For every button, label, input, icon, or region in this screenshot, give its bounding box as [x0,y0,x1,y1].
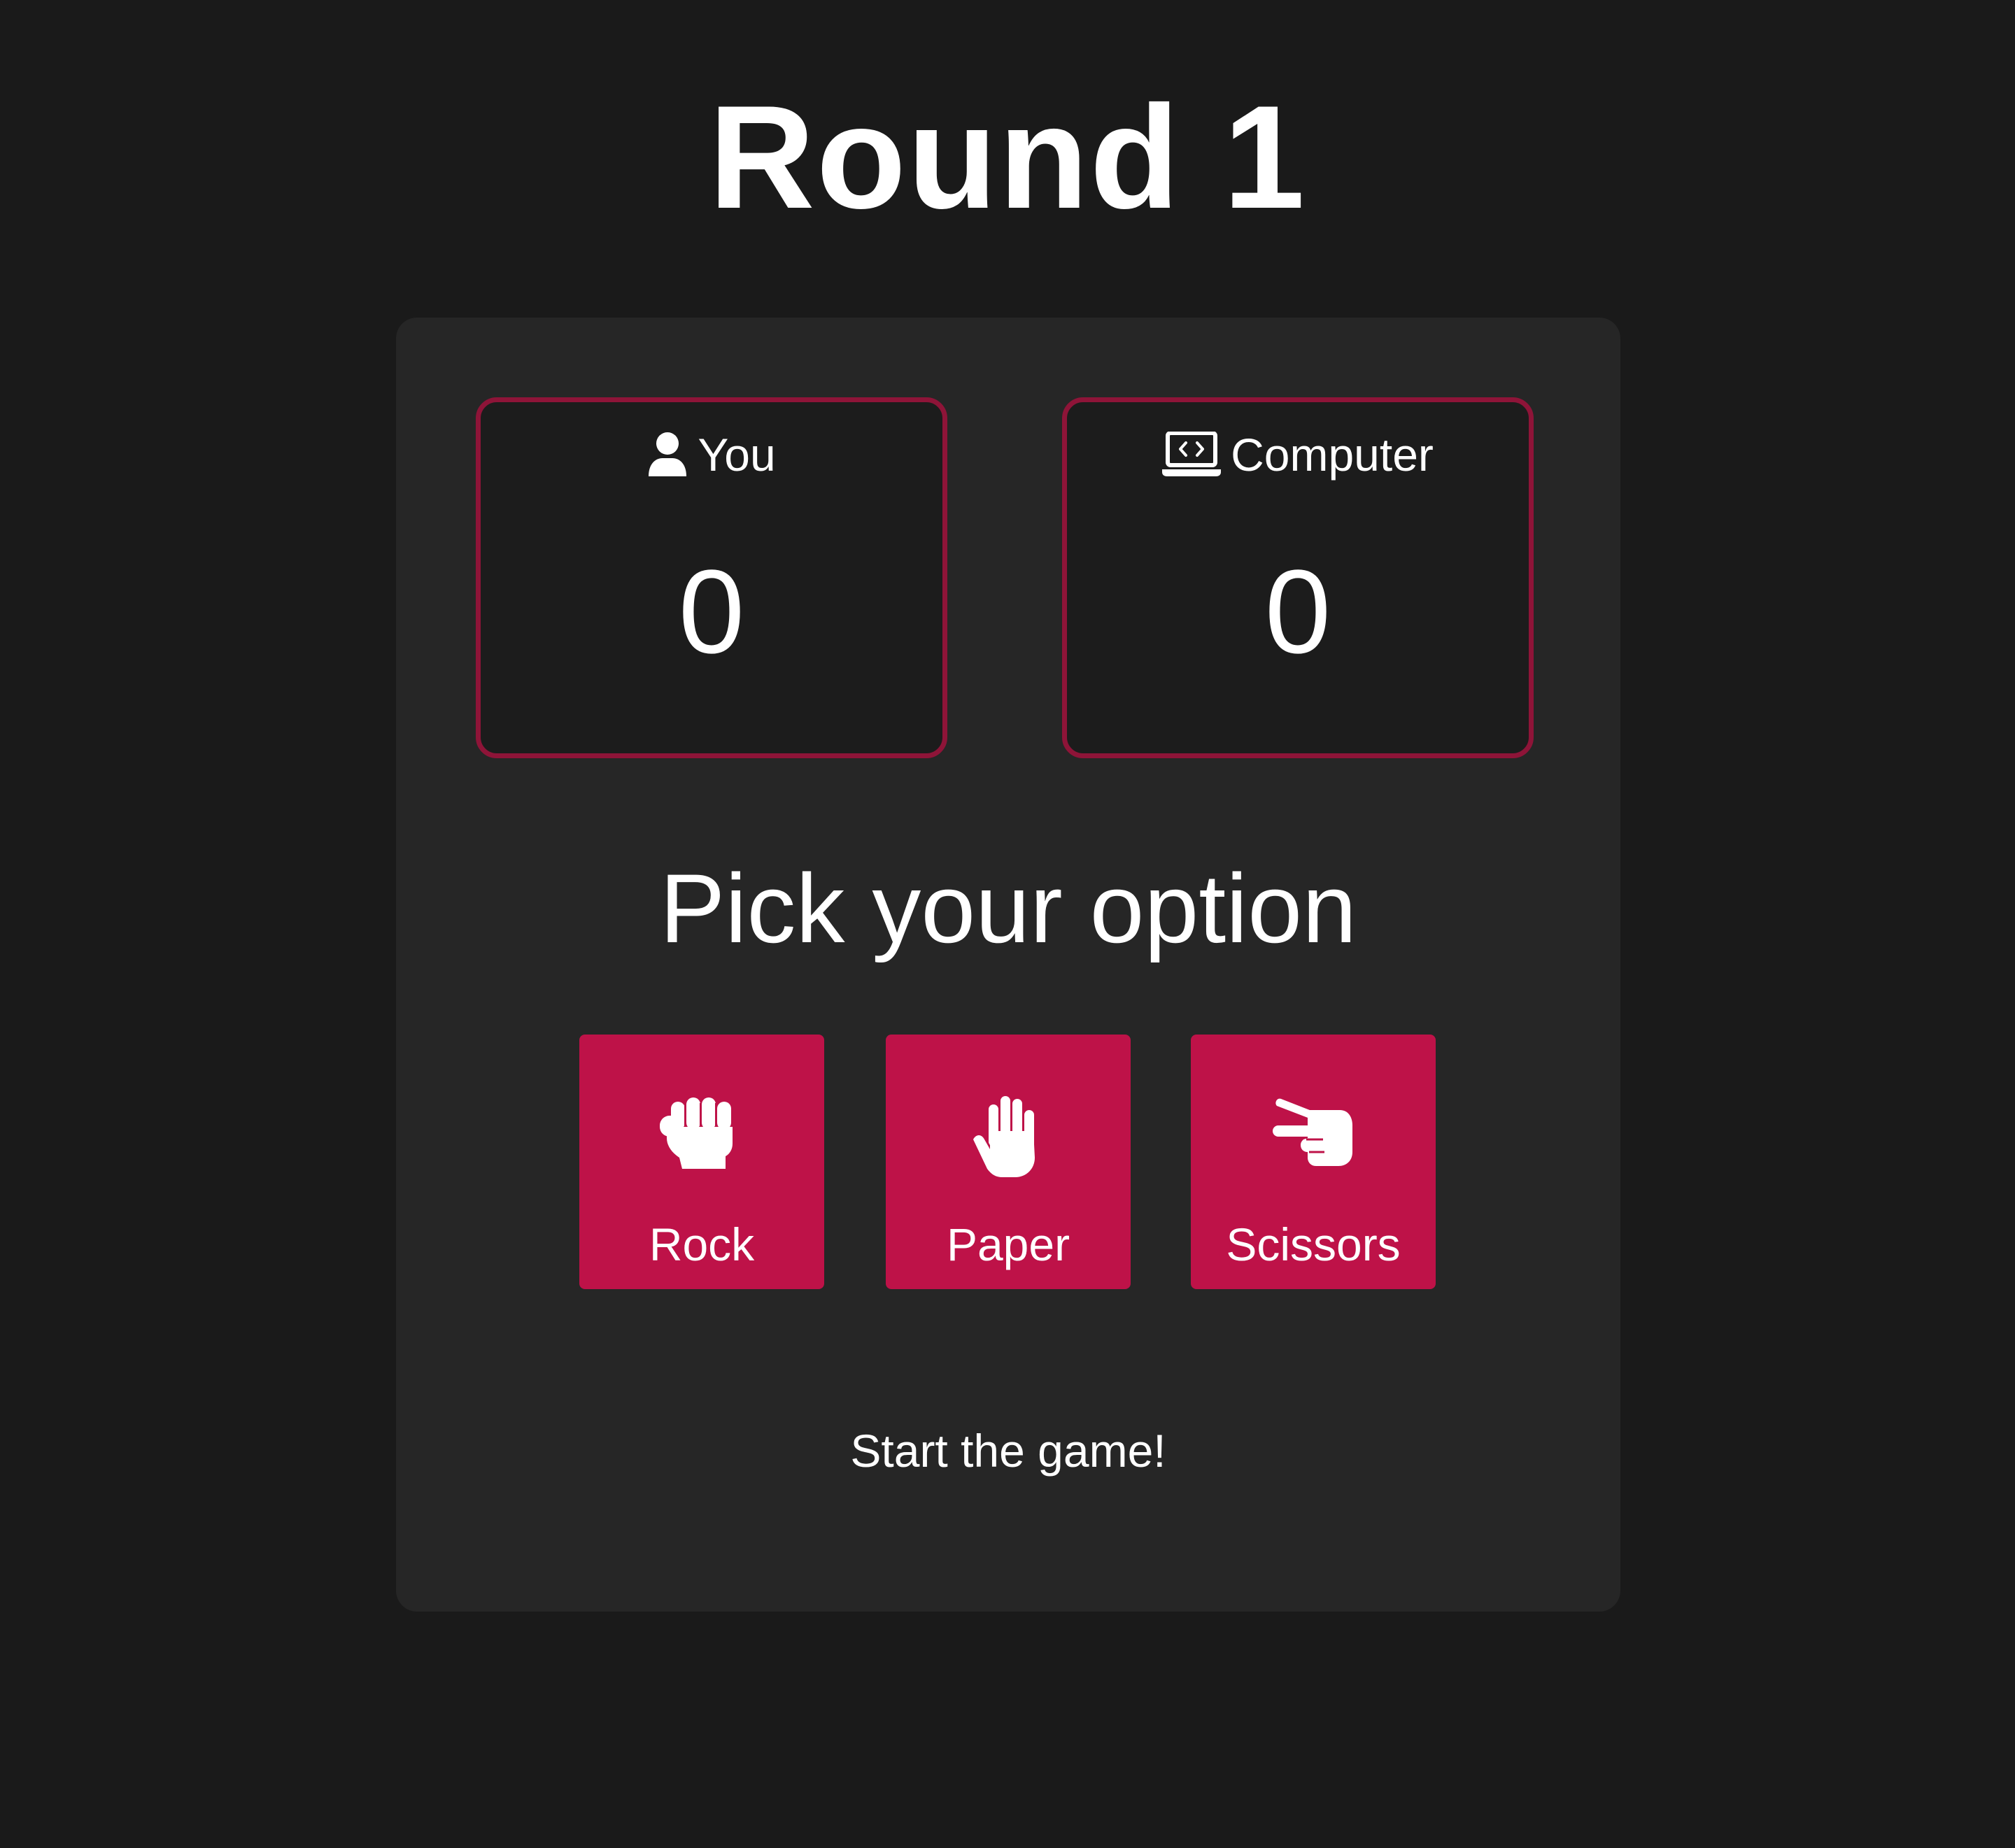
computer-label: Computer [1231,429,1434,481]
computer-score-header: Computer [1067,423,1529,486]
paper-button[interactable]: Paper [886,1035,1131,1289]
option-buttons: Rock Paper Scissors [396,1035,1620,1289]
player-label: You [698,429,776,481]
player-score-header: You [481,423,942,486]
scissors-label: Scissors [1226,1218,1401,1270]
status-message: Start the game! [850,1425,1166,1477]
player-score: 0 [678,546,745,678]
scissors-button[interactable]: Scissors [1191,1035,1436,1289]
hand-fist-icon [579,1096,824,1169]
hand-open-icon [886,1096,1131,1177]
user-icon [647,432,688,478]
rock-button[interactable]: Rock [579,1035,824,1289]
laptop-code-icon [1162,432,1222,478]
hand-scissors-icon [1191,1096,1436,1169]
player-score-box: You 0 [476,397,947,758]
game-card: You 0 Computer 0 Pick your option Rock P… [396,318,1620,1612]
computer-score-box: Computer 0 [1062,397,1534,758]
rock-label: Rock [649,1218,755,1270]
round-title: Round 1 [709,75,1306,239]
computer-score: 0 [1264,546,1331,678]
paper-label: Paper [946,1218,1070,1270]
pick-option-heading: Pick your option [659,853,1357,963]
game-page: Round 1 You 0 Computer 0 Pick your optio… [0,0,2015,1848]
